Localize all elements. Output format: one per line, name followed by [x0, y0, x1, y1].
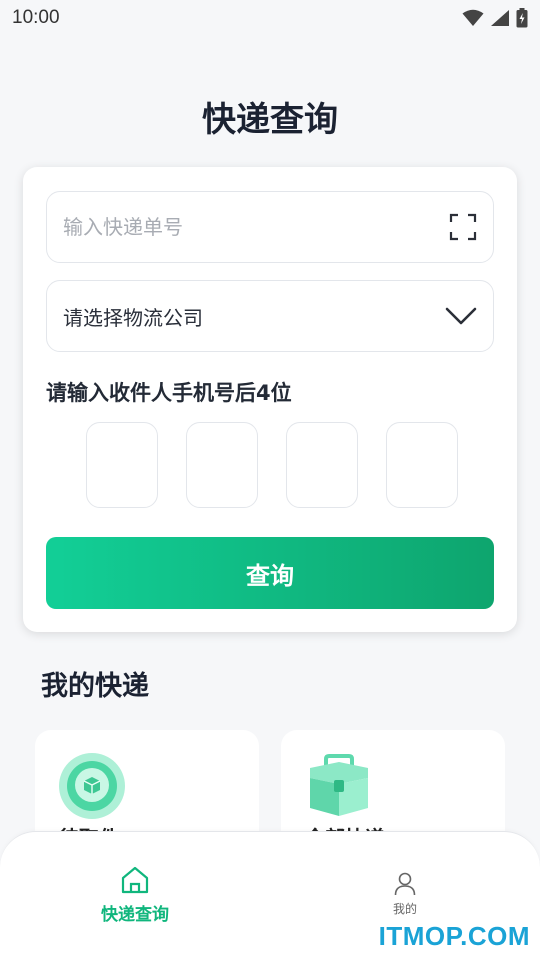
- toolbox-icon: [310, 754, 368, 816]
- nav-tab-express-query-label: 快递查询: [101, 905, 169, 925]
- page-title: 快递查询: [202, 100, 338, 140]
- phone-digit-box-1[interactable]: [86, 422, 158, 508]
- nav-tab-express-query[interactable]: 快递查询: [88, 866, 182, 925]
- chevron-down-icon: [445, 307, 477, 325]
- signal-icon: [491, 10, 509, 26]
- company-select-value: 请选择物流公司: [63, 305, 203, 330]
- status-bar: 10:00: [0, 0, 540, 36]
- scan-icon[interactable]: [449, 213, 477, 241]
- tracking-number-input[interactable]: [63, 215, 423, 239]
- phone-digits-label: 请输入收件人手机号后4位: [46, 381, 292, 405]
- watermark: ITMOP.COM: [378, 921, 530, 951]
- wifi-icon: [462, 9, 484, 26]
- my-parcels-title: 我的快递: [41, 671, 149, 702]
- battery-icon: [516, 8, 528, 28]
- query-button[interactable]: 查询: [46, 537, 494, 609]
- magnifier-box-icon: [59, 753, 125, 819]
- company-select[interactable]: 请选择物流公司: [46, 280, 494, 352]
- status-time: 10:00: [12, 7, 60, 28]
- home-icon: [121, 866, 149, 894]
- nav-tab-mine[interactable]: 我的: [370, 872, 440, 917]
- tracking-number-field: [46, 191, 494, 263]
- nav-tab-mine-label: 我的: [392, 902, 417, 916]
- status-icons: [462, 8, 528, 28]
- phone-digit-box-4[interactable]: [386, 422, 458, 508]
- phone-digit-box-2[interactable]: [186, 422, 258, 508]
- query-card: 请选择物流公司 请输入收件人手机号后4位 查询: [23, 167, 517, 632]
- phone-digit-box-3[interactable]: [286, 422, 358, 508]
- user-icon: [394, 872, 416, 896]
